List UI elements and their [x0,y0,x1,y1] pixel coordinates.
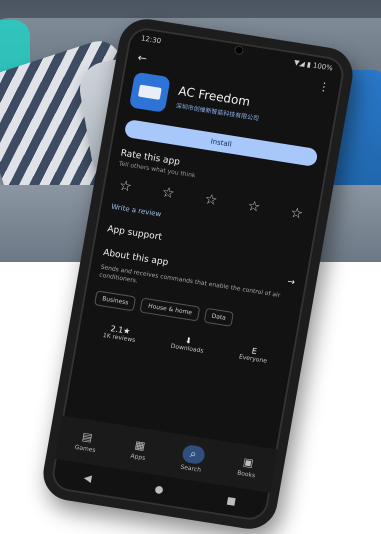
nav-games-label: Games [74,443,97,455]
about-arrow-icon: → [286,277,296,289]
nav-apps-label: Apps [129,452,146,462]
home-icon[interactable]: ● [154,483,165,495]
star-1-icon[interactable]: ☆ [118,178,133,196]
app-icon [128,71,171,113]
apps-icon: ▦ [133,438,147,453]
recents-icon[interactable]: ■ [226,495,237,507]
nav-apps[interactable]: ▦ Apps [130,438,148,462]
more-options-icon[interactable]: ⋮ [317,80,330,95]
books-icon: ▣ [241,455,255,470]
nav-books-label: Books [236,469,256,480]
nav-books[interactable]: ▣ Books [237,455,259,479]
nav-search-label: Search [179,463,202,474]
star-3-icon[interactable]: ☆ [203,191,218,209]
star-5-icon[interactable]: ☆ [289,205,304,223]
rating-info: 2.1★ 1K reviews [102,323,137,344]
back-icon[interactable]: ◀ [83,472,93,484]
nav-search[interactable]: ⌕ Search [179,443,206,473]
content-rating-info: E Everyone [238,344,269,364]
star-4-icon[interactable]: ☆ [246,198,261,216]
status-time: 12:30 [140,34,162,46]
games-icon: ▤ [80,429,94,445]
search-icon: ⌕ [180,443,206,465]
nav-games[interactable]: ▤ Games [74,429,99,454]
downloads-info: ⬇ Downloads [170,334,205,355]
back-arrow-icon[interactable]: ← [137,51,148,65]
star-2-icon[interactable]: ☆ [161,184,176,202]
